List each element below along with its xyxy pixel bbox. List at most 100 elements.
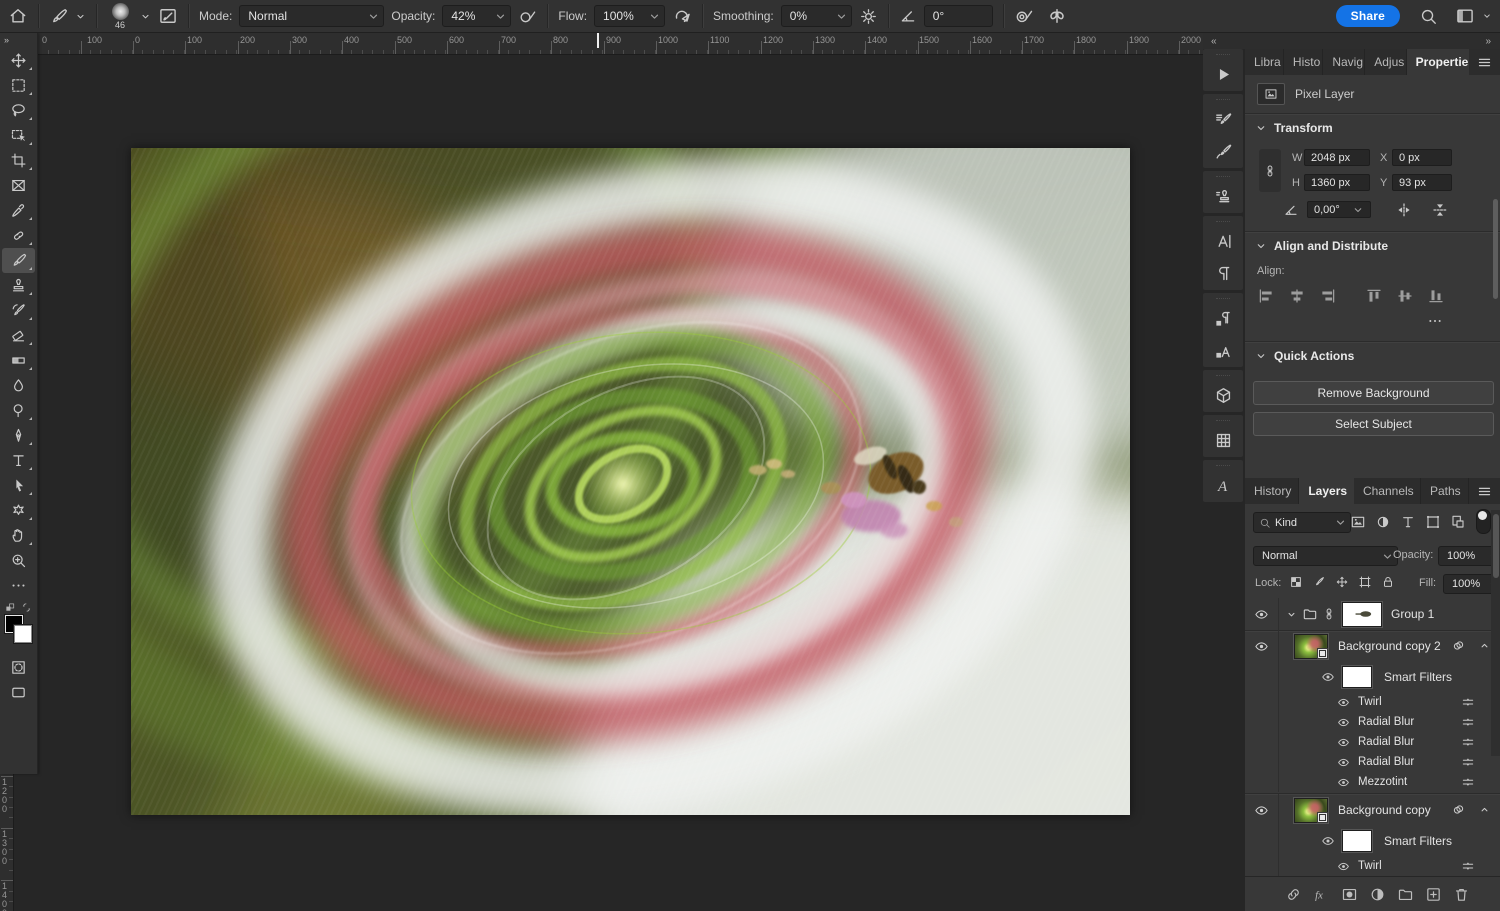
tool-blur[interactable] — [2, 373, 35, 398]
brush-tool-preset-icon[interactable] — [49, 7, 68, 26]
share-button[interactable]: Share — [1336, 5, 1400, 27]
visibility-toggle[interactable] — [1245, 662, 1279, 692]
layer-name[interactable]: Background copy — [1338, 803, 1431, 817]
blend-mode-select[interactable]: Normal — [239, 5, 384, 27]
smart-filters-row[interactable]: Smart Filters — [1245, 662, 1500, 692]
blend-mode-select[interactable]: Normal — [1253, 546, 1398, 566]
y-field[interactable]: 93 px — [1392, 174, 1452, 191]
tool-crop[interactable] — [2, 148, 35, 173]
layer-row[interactable]: Background copy — [1245, 794, 1500, 826]
eye-icon[interactable] — [1337, 756, 1350, 769]
collapsed-panel-paragraph[interactable] — [1206, 260, 1240, 286]
visibility-toggle[interactable] — [1245, 630, 1279, 662]
eye-icon[interactable] — [1337, 736, 1350, 749]
layer-name[interactable]: Smart Filters — [1384, 834, 1452, 848]
collapsed-panel-glyphs[interactable]: A — [1206, 472, 1240, 498]
tool-ellipsis[interactable] — [2, 573, 35, 598]
chevron-down-icon[interactable] — [140, 11, 151, 22]
fx-icon[interactable]: fx — [1313, 886, 1330, 903]
collapse-effects-icon[interactable] — [1478, 803, 1491, 816]
search-icon[interactable] — [1419, 7, 1438, 26]
filter-blending-options-icon[interactable] — [1461, 775, 1475, 789]
quick-mask-button[interactable] — [2, 655, 35, 680]
eye-icon[interactable] — [1337, 860, 1350, 873]
smart-filter-badge-icon[interactable] — [1451, 802, 1466, 817]
lock-transparency-icon[interactable] — [1289, 575, 1303, 589]
visibility-toggle[interactable] — [1245, 732, 1279, 752]
panel-menu-button[interactable] — [1469, 478, 1500, 504]
symmetry-icon[interactable] — [1047, 6, 1067, 26]
tool-brush[interactable] — [2, 248, 35, 273]
brush-angle-field[interactable]: 0° — [924, 5, 993, 27]
remove-background-button[interactable]: Remove Background — [1253, 381, 1494, 405]
tool-dodge[interactable] — [2, 398, 35, 423]
eye-icon[interactable] — [1337, 716, 1350, 729]
layer-thumbnail[interactable] — [1294, 634, 1328, 659]
eye-icon[interactable] — [1321, 834, 1335, 848]
tool-frame[interactable] — [2, 173, 35, 198]
layer-name[interactable]: Radial Blur — [1358, 716, 1414, 728]
new-group-icon[interactable] — [1397, 886, 1414, 903]
align-section-header[interactable]: Align and Distribute — [1255, 239, 1388, 253]
tool-hand[interactable] — [2, 523, 35, 548]
collapse-dock-button[interactable]: « — [1211, 36, 1218, 47]
layer-name[interactable]: Twirl — [1358, 696, 1382, 708]
brush-preset-picker[interactable]: 46 — [107, 3, 133, 30]
smoothing-select[interactable]: 0% — [781, 5, 852, 27]
background-color-swatch[interactable] — [14, 625, 32, 643]
tool-move[interactable] — [2, 48, 35, 73]
new-layer-icon[interactable] — [1425, 886, 1442, 903]
tool-pen[interactable] — [2, 423, 35, 448]
tool-gradient[interactable] — [2, 348, 35, 373]
eye-icon[interactable] — [1337, 696, 1350, 709]
eye-icon[interactable] — [1337, 776, 1350, 789]
layer-name[interactable]: Twirl — [1358, 860, 1382, 872]
layer-name[interactable]: Radial Blur — [1358, 756, 1414, 768]
layer-name[interactable]: Background copy 2 — [1338, 639, 1441, 653]
layers-tab-history[interactable]: History — [1245, 478, 1299, 504]
tool-path-select[interactable] — [2, 473, 35, 498]
filter-blending-options-icon[interactable] — [1461, 695, 1475, 709]
align-left-icon[interactable] — [1257, 287, 1275, 305]
delete-layer-icon[interactable] — [1453, 886, 1470, 903]
filter-mask-thumbnail[interactable] — [1342, 666, 1372, 688]
align-right-icon[interactable] — [1319, 287, 1337, 305]
collapsed-panel-brush-settings[interactable] — [1206, 106, 1240, 132]
expand-group-icon[interactable] — [1285, 608, 1298, 621]
visibility-toggle[interactable] — [1245, 826, 1279, 856]
height-field[interactable]: 1360 px — [1304, 174, 1370, 191]
filter-row[interactable]: Twirl — [1245, 692, 1500, 712]
collapsed-panel-brushes[interactable] — [1206, 138, 1240, 164]
tool-type[interactable] — [2, 448, 35, 473]
select-subject-button[interactable]: Select Subject — [1253, 412, 1494, 436]
tool-custom-shape[interactable] — [2, 498, 35, 523]
filter-kind-select[interactable]: Kind — [1253, 512, 1351, 533]
filter-mask-thumbnail[interactable] — [1342, 830, 1372, 852]
filter-row[interactable]: Radial Blur — [1245, 712, 1500, 732]
properties-tab-navig[interactable]: Navig — [1323, 49, 1365, 75]
smart-filters-row[interactable]: Smart Filters — [1245, 826, 1500, 856]
workspace-switcher-icon[interactable] — [1455, 6, 1475, 26]
eye-icon[interactable] — [1321, 670, 1335, 684]
x-field[interactable]: 0 px — [1392, 149, 1452, 166]
filter-blending-options-icon[interactable] — [1461, 735, 1475, 749]
link-layers-icon[interactable] — [1285, 886, 1302, 903]
visibility-toggle[interactable] — [1245, 772, 1279, 792]
tool-history-brush[interactable] — [2, 298, 35, 323]
layers-scrollbar[interactable] — [1491, 510, 1500, 756]
properties-scrollbar[interactable] — [1493, 199, 1498, 299]
pressure-opacity-icon[interactable] — [518, 7, 537, 26]
flip-horizontal-icon[interactable] — [1395, 201, 1413, 219]
canvas-document[interactable] — [131, 148, 1130, 815]
quick-actions-header[interactable]: Quick Actions — [1255, 349, 1354, 363]
layer-name[interactable]: Smart Filters — [1384, 670, 1452, 684]
visibility-toggle[interactable] — [1245, 712, 1279, 732]
tool-object-selection[interactable] — [2, 123, 35, 148]
filter-blending-options-icon[interactable] — [1461, 755, 1475, 769]
visibility-toggle[interactable] — [1245, 794, 1279, 826]
layers-tab-paths[interactable]: Paths — [1421, 478, 1469, 504]
collapsed-panel-3d[interactable] — [1206, 382, 1240, 408]
collapsed-panel-paragraph-styles[interactable] — [1206, 305, 1240, 331]
lock-position-icon[interactable] — [1335, 575, 1349, 589]
layer-row-group[interactable]: Group 1 — [1245, 598, 1500, 630]
